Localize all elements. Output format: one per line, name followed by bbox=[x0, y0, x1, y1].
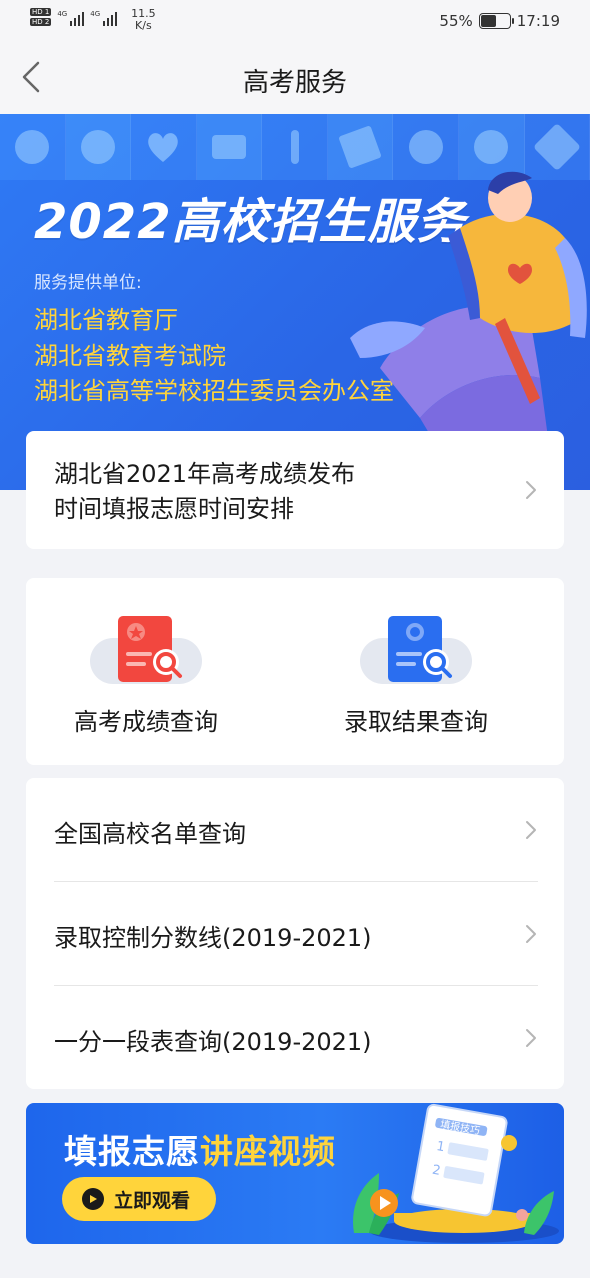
books-icon bbox=[196, 114, 263, 180]
page-title: 高考服务 bbox=[242, 68, 347, 98]
network1-label: 4G bbox=[57, 10, 68, 18]
list-item-label: 录取控制分数线(2019-2021) bbox=[54, 924, 372, 952]
list-item-university-list[interactable]: 全国高校名单查询 bbox=[26, 778, 564, 882]
chevron-right-icon bbox=[524, 818, 538, 842]
watch-now-label: 立即观看 bbox=[114, 1189, 191, 1212]
status-right: 55% 17:19 bbox=[439, 12, 560, 30]
signal1-icon: 4G bbox=[57, 10, 85, 26]
heart-icon bbox=[131, 114, 197, 180]
watch-now-button[interactable]: 立即观看 bbox=[62, 1177, 216, 1221]
badge-icon bbox=[65, 114, 132, 180]
chevron-right-icon bbox=[524, 1026, 538, 1050]
video-title-part2: 讲座视频 bbox=[200, 1132, 336, 1171]
signal2-icon: 4G bbox=[90, 10, 118, 26]
network-speed: 11.5 K/s bbox=[131, 8, 156, 32]
smile-icon bbox=[0, 114, 66, 180]
sim1-badge: HD 1 bbox=[30, 8, 52, 16]
lecture-video-banner[interactable]: 填报志愿讲座视频 立即观看 填报技巧 1 2 bbox=[26, 1103, 564, 1244]
admission-certificate-icon bbox=[360, 616, 472, 684]
score-query-button[interactable]: 高考成绩查询 bbox=[26, 614, 266, 744]
score-query-label: 高考成绩查询 bbox=[74, 708, 218, 736]
chevron-right-icon bbox=[524, 478, 538, 502]
list-item-score-rank-table[interactable]: 一分一段表查询(2019-2021) bbox=[26, 986, 564, 1090]
play-icon bbox=[82, 1188, 104, 1210]
admission-query-label: 录取结果查询 bbox=[344, 708, 488, 736]
sim2-badge: HD 2 bbox=[30, 18, 52, 26]
admission-query-button[interactable]: 录取结果查询 bbox=[296, 614, 536, 744]
battery-icon bbox=[478, 13, 514, 29]
score-report-icon bbox=[90, 616, 202, 684]
provider-1: 湖北省教育厅 bbox=[34, 306, 178, 334]
sim-indicators: HD 1 HD 2 bbox=[30, 8, 52, 26]
speed-unit: K/s bbox=[135, 19, 152, 32]
banner-subtitle: 服务提供单位: bbox=[34, 273, 142, 293]
provider-2: 湖北省教育考试院 bbox=[34, 342, 226, 370]
list-item-label: 一分一段表查询(2019-2021) bbox=[54, 1028, 372, 1056]
list-item-control-score[interactable]: 录取控制分数线(2019-2021) bbox=[26, 882, 564, 986]
notice-card[interactable]: 湖北省2021年高考成绩发布 时间填报志愿时间安排 bbox=[26, 431, 564, 549]
status-left: HD 1 HD 2 4G 4G 11.5 K/s bbox=[30, 8, 156, 32]
video-title: 填报志愿讲座视频 bbox=[64, 1125, 336, 1173]
nav-bar: 高考服务 bbox=[0, 44, 590, 114]
notice-text: 湖北省2021年高考成绩发布 时间填报志愿时间安排 bbox=[54, 457, 355, 527]
notice-line-1: 湖北省2021年高考成绩发布 bbox=[54, 460, 356, 488]
pen-icon bbox=[262, 114, 328, 180]
quick-query-card: 高考成绩查询 录取结果查询 bbox=[26, 578, 564, 765]
list-item-label: 全国高校名单查询 bbox=[54, 820, 246, 848]
status-bar: HD 1 HD 2 4G 4G 11.5 K/s 55% 17:19 bbox=[0, 0, 590, 44]
service-list-card: 全国高校名单查询 录取控制分数线(2019-2021) 一分一段表查询(2019… bbox=[26, 778, 564, 1089]
video-title-part1: 填报志愿 bbox=[64, 1132, 200, 1171]
battery-percent: 55% bbox=[439, 12, 473, 30]
book-illustration: 填报技巧 1 2 bbox=[353, 1103, 559, 1243]
clock: 17:19 bbox=[516, 12, 560, 30]
chevron-right-icon bbox=[524, 922, 538, 946]
notice-line-2: 时间填报志愿时间安排 bbox=[54, 495, 294, 523]
network2-label: 4G bbox=[90, 10, 101, 18]
